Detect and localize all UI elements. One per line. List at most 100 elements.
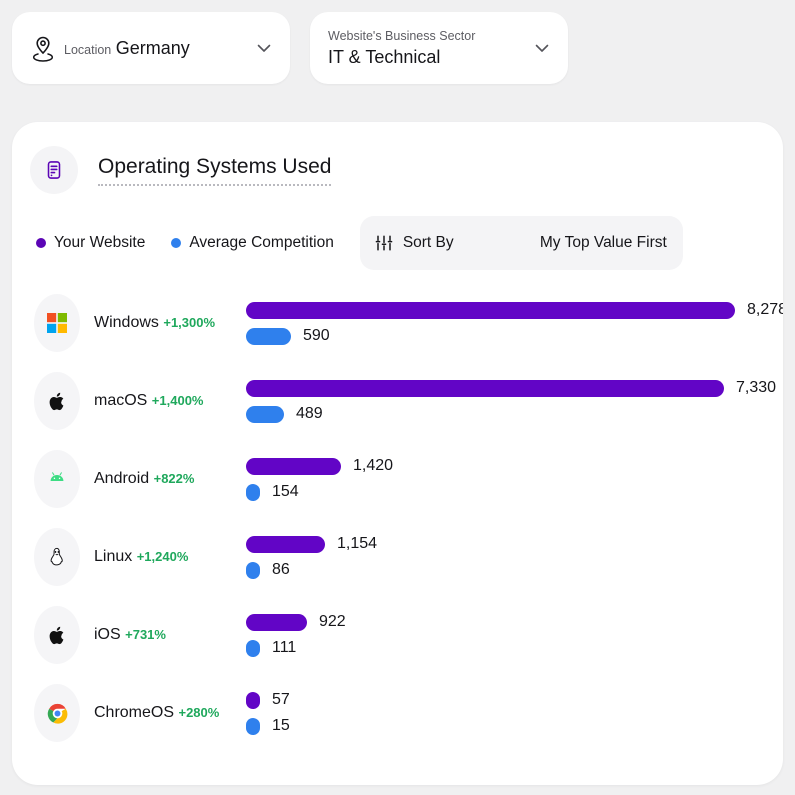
bar-your-website bbox=[246, 379, 724, 397]
bar-line-your-website: 8,278 bbox=[246, 297, 783, 323]
legend-label: Average Competition bbox=[189, 234, 334, 251]
linux-icon bbox=[34, 528, 80, 586]
bar-line-your-website: 922 bbox=[246, 609, 783, 635]
map-pin-icon bbox=[30, 33, 56, 63]
bar-your-website bbox=[246, 301, 735, 319]
chevron-down-icon[interactable] bbox=[254, 38, 274, 58]
bar-group: 8,278 590 bbox=[246, 297, 783, 349]
page-title: Operating Systems Used bbox=[98, 154, 332, 186]
legend-label: Your Website bbox=[54, 234, 146, 251]
bar-value-your-website: 1,420 bbox=[353, 457, 394, 474]
list-item[interactable]: Android +822% 1,420 154 bbox=[12, 440, 783, 518]
bar-value-average-competition: 15 bbox=[272, 717, 290, 734]
android-icon bbox=[34, 450, 80, 508]
bar-average-competition bbox=[246, 561, 260, 579]
os-meta: Windows +1,300% bbox=[94, 312, 246, 334]
legend-item-average-competition: Average Competition bbox=[171, 234, 334, 252]
business-sector-filter[interactable]: Website's Business Sector IT & Technical bbox=[310, 12, 568, 84]
business-sector-filter-value: IT & Technical bbox=[328, 47, 441, 67]
bar-average-competition bbox=[246, 483, 260, 501]
legend-dot-icon bbox=[171, 238, 182, 248]
list-item[interactable]: ChromeOS +280% 57 15 bbox=[12, 674, 783, 752]
sort-by-value: My Top Value First bbox=[539, 234, 667, 251]
bar-average-competition bbox=[246, 327, 291, 345]
bar-group: 1,420 154 bbox=[246, 453, 783, 505]
os-name: ChromeOS bbox=[94, 704, 175, 721]
bar-group: 57 15 bbox=[246, 687, 783, 739]
business-sector-filter-label: Website's Business Sector bbox=[328, 29, 476, 43]
bar-group: 922 111 bbox=[246, 609, 783, 661]
bar-line-average-competition: 111 bbox=[246, 635, 783, 661]
chrome-icon bbox=[34, 684, 80, 742]
bar-line-your-website: 1,154 bbox=[246, 531, 783, 557]
list-item[interactable]: Linux +1,240% 1,154 86 bbox=[12, 518, 783, 596]
bar-line-average-competition: 86 bbox=[246, 557, 783, 583]
bar-line-your-website: 7,330 bbox=[246, 375, 783, 401]
bar-value-average-competition: 86 bbox=[272, 561, 290, 578]
bar-average-competition bbox=[246, 639, 260, 657]
chevron-down-icon[interactable] bbox=[532, 38, 552, 58]
bar-group: 7,330 489 bbox=[246, 375, 783, 427]
bar-average-competition bbox=[246, 717, 260, 735]
bar-your-website bbox=[246, 613, 307, 631]
apple-icon bbox=[34, 606, 80, 664]
apple-icon bbox=[34, 372, 80, 430]
bar-line-average-competition: 15 bbox=[246, 713, 783, 739]
os-name: Android bbox=[94, 470, 150, 487]
location-filter[interactable]: Location Germany bbox=[12, 12, 290, 84]
bar-average-competition bbox=[246, 405, 284, 423]
sort-by-control[interactable]: Sort By My Top Value First bbox=[359, 216, 683, 270]
os-name: Linux bbox=[94, 548, 133, 565]
filter-bar: Location Germany Website's Business Sect… bbox=[0, 0, 795, 84]
os-growth: +280% bbox=[178, 705, 220, 720]
bar-line-average-competition: 489 bbox=[246, 401, 783, 427]
location-filter-value: Germany bbox=[115, 38, 190, 58]
bar-group: 1,154 86 bbox=[246, 531, 783, 583]
document-list-icon bbox=[30, 146, 78, 194]
bar-your-website bbox=[246, 535, 325, 553]
card-header: Operating Systems Used bbox=[12, 122, 783, 194]
bar-value-your-website: 57 bbox=[272, 691, 290, 708]
sort-by-label: Sort By bbox=[402, 234, 454, 251]
legend-dot-icon bbox=[36, 238, 46, 248]
bar-line-average-competition: 590 bbox=[246, 323, 783, 349]
os-growth: +1,300% bbox=[163, 315, 216, 330]
list-item[interactable]: macOS +1,400% 7,330 489 bbox=[12, 362, 783, 440]
operating-systems-card: Operating Systems Used Your Website Aver… bbox=[12, 122, 783, 785]
bar-value-average-competition: 154 bbox=[272, 483, 299, 500]
bar-value-your-website: 1,154 bbox=[337, 535, 378, 552]
os-growth: +731% bbox=[125, 627, 166, 642]
os-meta: Android +822% bbox=[94, 468, 246, 490]
os-name: Windows bbox=[94, 314, 159, 331]
location-filter-text: Location Germany bbox=[64, 36, 246, 60]
os-growth: +1,240% bbox=[136, 549, 189, 564]
os-meta: iOS +731% bbox=[94, 624, 246, 646]
os-growth: +1,400% bbox=[151, 393, 204, 408]
os-growth: +822% bbox=[153, 471, 195, 486]
legend-and-sort-row: Your Website Average Competition Sort By… bbox=[12, 216, 783, 270]
bar-value-average-competition: 111 bbox=[272, 639, 297, 656]
os-name: macOS bbox=[94, 392, 148, 409]
os-list: Windows +1,300% 8,278 590 macOS +1,400% … bbox=[12, 284, 783, 752]
bar-value-your-website: 8,278 bbox=[747, 301, 783, 318]
bar-value-average-competition: 489 bbox=[296, 405, 323, 422]
legend-item-your-website: Your Website bbox=[36, 234, 145, 252]
os-meta: Linux +1,240% bbox=[94, 546, 246, 568]
bar-value-average-competition: 590 bbox=[303, 327, 330, 344]
bar-line-your-website: 57 bbox=[246, 687, 783, 713]
business-sector-filter-text: Website's Business Sector IT & Technical bbox=[328, 27, 524, 69]
os-name: iOS bbox=[94, 626, 121, 643]
bar-value-your-website: 922 bbox=[319, 613, 346, 630]
os-meta: macOS +1,400% bbox=[94, 390, 246, 412]
list-item[interactable]: iOS +731% 922 111 bbox=[12, 596, 783, 674]
bar-your-website bbox=[246, 457, 341, 475]
location-filter-label: Location bbox=[64, 43, 112, 57]
windows-icon bbox=[34, 294, 80, 352]
bar-your-website bbox=[246, 691, 260, 709]
page-root: Location Germany Website's Business Sect… bbox=[0, 0, 795, 795]
bar-line-your-website: 1,420 bbox=[246, 453, 783, 479]
bar-value-your-website: 7,330 bbox=[736, 379, 777, 396]
os-meta: ChromeOS +280% bbox=[94, 702, 246, 724]
list-item[interactable]: Windows +1,300% 8,278 590 bbox=[12, 284, 783, 362]
bar-line-average-competition: 154 bbox=[246, 479, 783, 505]
